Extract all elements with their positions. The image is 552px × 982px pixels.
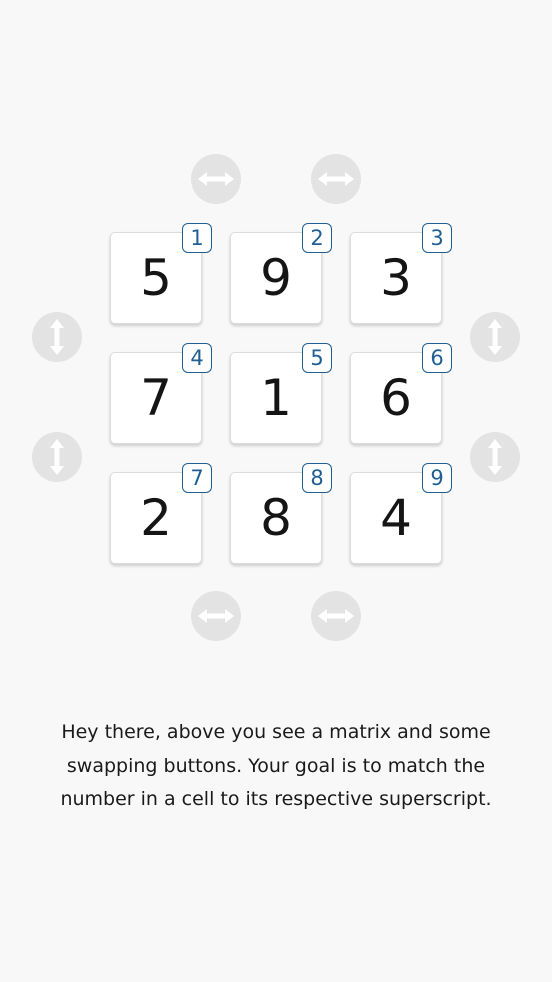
matrix-cell-r3-c3: 4 9 [350,463,452,564]
double-arrow-vertical-icon [488,439,502,475]
game-stage: 5 1 9 2 3 3 7 4 1 5 6 6 2 7 8 8 4 9 Hey … [0,0,552,982]
double-arrow-vertical-icon [50,439,64,475]
cell-superscript: 5 [302,343,332,373]
swap-columns-2-3-top-button[interactable] [311,154,361,204]
cell-superscript: 9 [422,463,452,493]
matrix-cell-r2-c2: 1 5 [230,343,332,444]
cell-value: 8 [260,489,292,547]
cell-value: 3 [380,249,412,307]
cell-value: 5 [140,249,172,307]
swap-rows-2-3-left-button[interactable] [32,432,82,482]
cell-superscript: 6 [422,343,452,373]
swap-columns-1-2-top-button[interactable] [191,154,241,204]
cell-superscript: 3 [422,223,452,253]
double-arrow-horizontal-icon [318,609,354,623]
swap-rows-2-3-right-button[interactable] [470,432,520,482]
swap-columns-1-2-bottom-button[interactable] [191,591,241,641]
matrix-cell-r2-c3: 6 6 [350,343,452,444]
cell-superscript: 8 [302,463,332,493]
double-arrow-horizontal-icon [318,172,354,186]
cell-value: 9 [260,249,292,307]
matrix-cell-r2-c1: 7 4 [110,343,212,444]
cell-value: 4 [380,489,412,547]
matrix-cell-r1-c1: 5 1 [110,223,212,324]
swap-rows-1-2-right-button[interactable] [470,312,520,362]
swap-rows-1-2-left-button[interactable] [32,312,82,362]
cell-value: 7 [140,369,172,427]
matrix-cell-r3-c2: 8 8 [230,463,332,564]
cell-superscript: 1 [182,223,212,253]
cell-superscript: 4 [182,343,212,373]
matrix-cell-r1-c2: 9 2 [230,223,332,324]
matrix-cell-r1-c3: 3 3 [350,223,452,324]
cell-value: 1 [260,369,292,427]
double-arrow-vertical-icon [50,319,64,355]
cell-value: 2 [140,489,172,547]
instructions-text: Hey there, above you see a matrix and so… [60,721,492,810]
cell-superscript: 7 [182,463,212,493]
double-arrow-horizontal-icon [198,609,234,623]
double-arrow-vertical-icon [488,319,502,355]
cell-value: 6 [380,369,412,427]
cell-superscript: 2 [302,223,332,253]
double-arrow-horizontal-icon [198,172,234,186]
swap-columns-2-3-bottom-button[interactable] [311,591,361,641]
matrix-cell-r3-c1: 2 7 [110,463,212,564]
